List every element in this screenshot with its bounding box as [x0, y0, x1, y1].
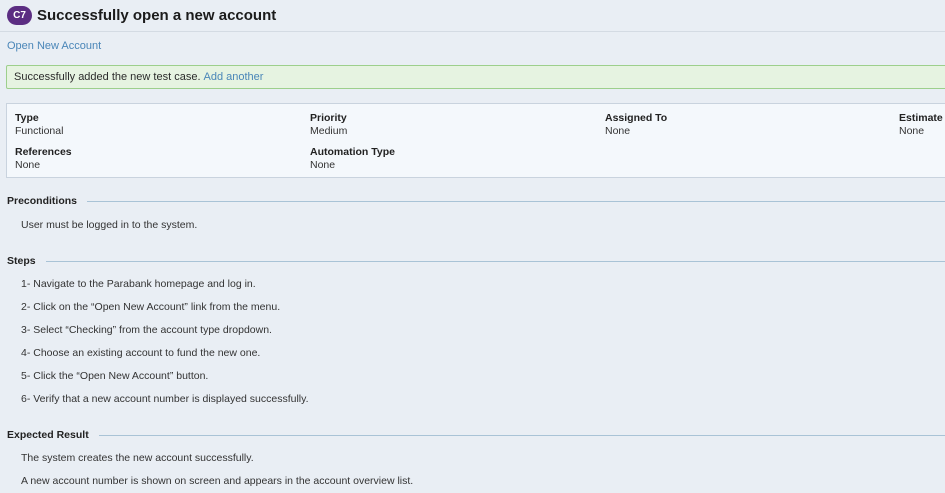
prop-type-label: Type [15, 112, 39, 124]
prop-automation-value: None [310, 159, 336, 171]
prop-assigned-label: Assigned To [605, 112, 668, 124]
prop-priority-value: Medium [310, 125, 348, 137]
add-another-link[interactable]: Add another [204, 71, 264, 83]
prop-estimate-label: Estimate [899, 112, 943, 124]
prop-references-value: None [15, 159, 41, 171]
prop-references: References None [15, 146, 72, 171]
expected-line: The system creates the new account succe… [21, 452, 254, 464]
prop-assigned-value: None [605, 125, 631, 137]
section-divider [98, 434, 945, 436]
step-line: 4- Choose an existing account to fund th… [21, 347, 261, 359]
section-divider [87, 200, 945, 202]
prop-automation-type: Automation Type None [310, 146, 395, 171]
step-line: 3- Select “Checking” from the account ty… [21, 324, 272, 336]
success-message: Successfully added the new test case. [14, 71, 201, 83]
prop-assigned-to: Assigned To None [605, 112, 667, 137]
prop-priority: Priority Medium [310, 112, 347, 137]
step-line: 5- Click the “Open New Account” button. [21, 370, 209, 382]
page-title: Successfully open a new account [37, 7, 277, 24]
prop-references-label: References [15, 146, 72, 158]
step-line: 2- Click on the “Open New Account” link … [21, 301, 281, 313]
success-banner: Successfully added the new test case. Ad… [6, 65, 945, 89]
properties-panel: Type Functional Priority Medium Assigned… [6, 103, 945, 178]
page-header: C7 Successfully open a new account [0, 0, 945, 32]
prop-estimate-value: None [899, 125, 925, 137]
breadcrumb-open-new-account[interactable]: Open New Account [7, 40, 101, 52]
expected-result-title: Expected Result [7, 429, 89, 441]
steps-title: Steps [7, 255, 36, 267]
prop-priority-label: Priority [310, 112, 347, 124]
preconditions-section-header: Preconditions [7, 195, 945, 207]
prop-type-value: Functional [15, 125, 64, 137]
step-line: 1- Navigate to the Parabank homepage and… [21, 278, 256, 290]
case-id-badge: C7 [7, 6, 32, 25]
expected-line: A new account number is shown on screen … [21, 475, 414, 487]
section-divider [45, 260, 945, 262]
prop-type: Type Functional [15, 112, 63, 137]
precondition-line: User must be logged in to the system. [21, 219, 198, 231]
step-line: 6- Verify that a new account number is d… [21, 393, 309, 405]
steps-section-header: Steps [7, 255, 945, 267]
preconditions-title: Preconditions [7, 195, 78, 207]
prop-estimate: Estimate None [899, 112, 943, 137]
expected-result-section-header: Expected Result [7, 429, 945, 441]
prop-automation-label: Automation Type [310, 146, 395, 158]
